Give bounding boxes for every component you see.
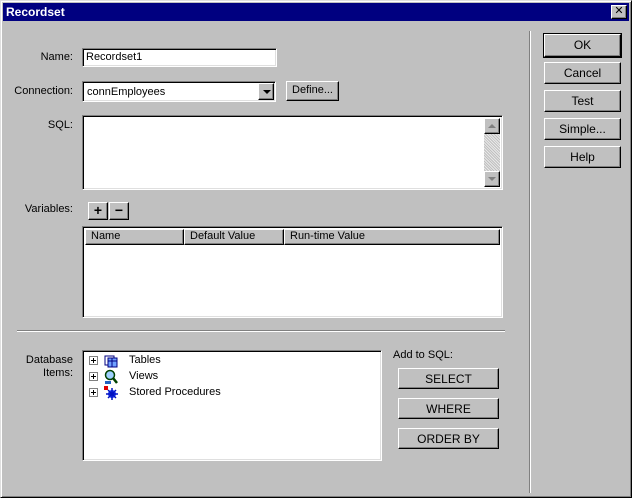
name-label: Name: bbox=[40, 51, 73, 63]
close-button[interactable]: ✕ bbox=[611, 5, 627, 19]
close-icon: ✕ bbox=[614, 5, 624, 17]
chevron-down-icon bbox=[263, 90, 271, 94]
where-button[interactable]: WHERE bbox=[398, 398, 499, 419]
tree-item-label: Tables bbox=[129, 354, 161, 366]
sql-scrollbar[interactable] bbox=[484, 118, 500, 187]
ok-button[interactable]: OK bbox=[543, 33, 622, 58]
variables-table[interactable]: Name Default Value Run-time Value bbox=[82, 226, 503, 318]
horizontal-separator bbox=[17, 330, 505, 332]
connection-dropdown-button[interactable] bbox=[258, 83, 274, 100]
sql-label: SQL: bbox=[47, 119, 73, 131]
expand-icon[interactable] bbox=[89, 372, 98, 381]
tree-item-tables[interactable]: Tables bbox=[89, 353, 289, 369]
define-button[interactable]: Define... bbox=[286, 81, 339, 101]
add-to-sql-label: Add to SQL: bbox=[393, 349, 453, 361]
tree-item-label: Views bbox=[129, 370, 159, 382]
stored-procedures-icon bbox=[104, 386, 118, 400]
select-button[interactable]: SELECT bbox=[398, 368, 499, 389]
expand-icon[interactable] bbox=[89, 356, 98, 365]
vertical-separator bbox=[529, 31, 531, 493]
column-header-default-value[interactable]: Default Value bbox=[184, 229, 284, 245]
connection-select[interactable]: connEmployees bbox=[82, 81, 276, 102]
arrow-down-icon bbox=[488, 177, 496, 181]
plus-icon: + bbox=[93, 202, 103, 218]
cancel-button[interactable]: Cancel bbox=[544, 62, 621, 84]
test-button[interactable]: Test bbox=[544, 90, 621, 112]
tree-item-label: Stored Procedures bbox=[129, 386, 221, 398]
simple-button[interactable]: Simple... bbox=[544, 118, 621, 140]
tree-item-views[interactable]: Views bbox=[89, 369, 289, 385]
minus-icon: − bbox=[114, 202, 124, 218]
sql-textarea[interactable] bbox=[82, 115, 503, 190]
variables-label: Variables: bbox=[24, 203, 73, 215]
column-header-name[interactable]: Name bbox=[85, 229, 184, 245]
column-header-runtime-value[interactable]: Run-time Value bbox=[284, 229, 500, 245]
database-items-tree[interactable]: Tables Views Stored Procedures bbox=[82, 350, 382, 461]
scroll-down-button[interactable] bbox=[484, 171, 500, 187]
recordset-dialog: Recordset ✕ Name: Recordset1 Connection:… bbox=[0, 0, 632, 498]
add-variable-button[interactable]: + bbox=[88, 202, 108, 220]
name-input[interactable]: Recordset1 bbox=[82, 48, 277, 67]
database-items-label: Database Items: bbox=[25, 354, 73, 379]
title-bar[interactable]: Recordset ✕ bbox=[3, 3, 629, 21]
remove-variable-button[interactable]: − bbox=[109, 202, 129, 220]
help-button[interactable]: Help bbox=[544, 146, 621, 168]
tables-icon bbox=[104, 355, 118, 368]
window-title: Recordset bbox=[6, 5, 65, 19]
connection-label: Connection: bbox=[14, 85, 73, 97]
connection-value: connEmployees bbox=[87, 86, 166, 98]
arrow-up-icon bbox=[488, 124, 496, 128]
tree-item-stored-procedures[interactable]: Stored Procedures bbox=[89, 385, 289, 401]
expand-icon[interactable] bbox=[89, 388, 98, 397]
order-by-button[interactable]: ORDER BY bbox=[398, 428, 499, 449]
scroll-up-button[interactable] bbox=[484, 118, 500, 134]
views-icon bbox=[104, 369, 118, 384]
